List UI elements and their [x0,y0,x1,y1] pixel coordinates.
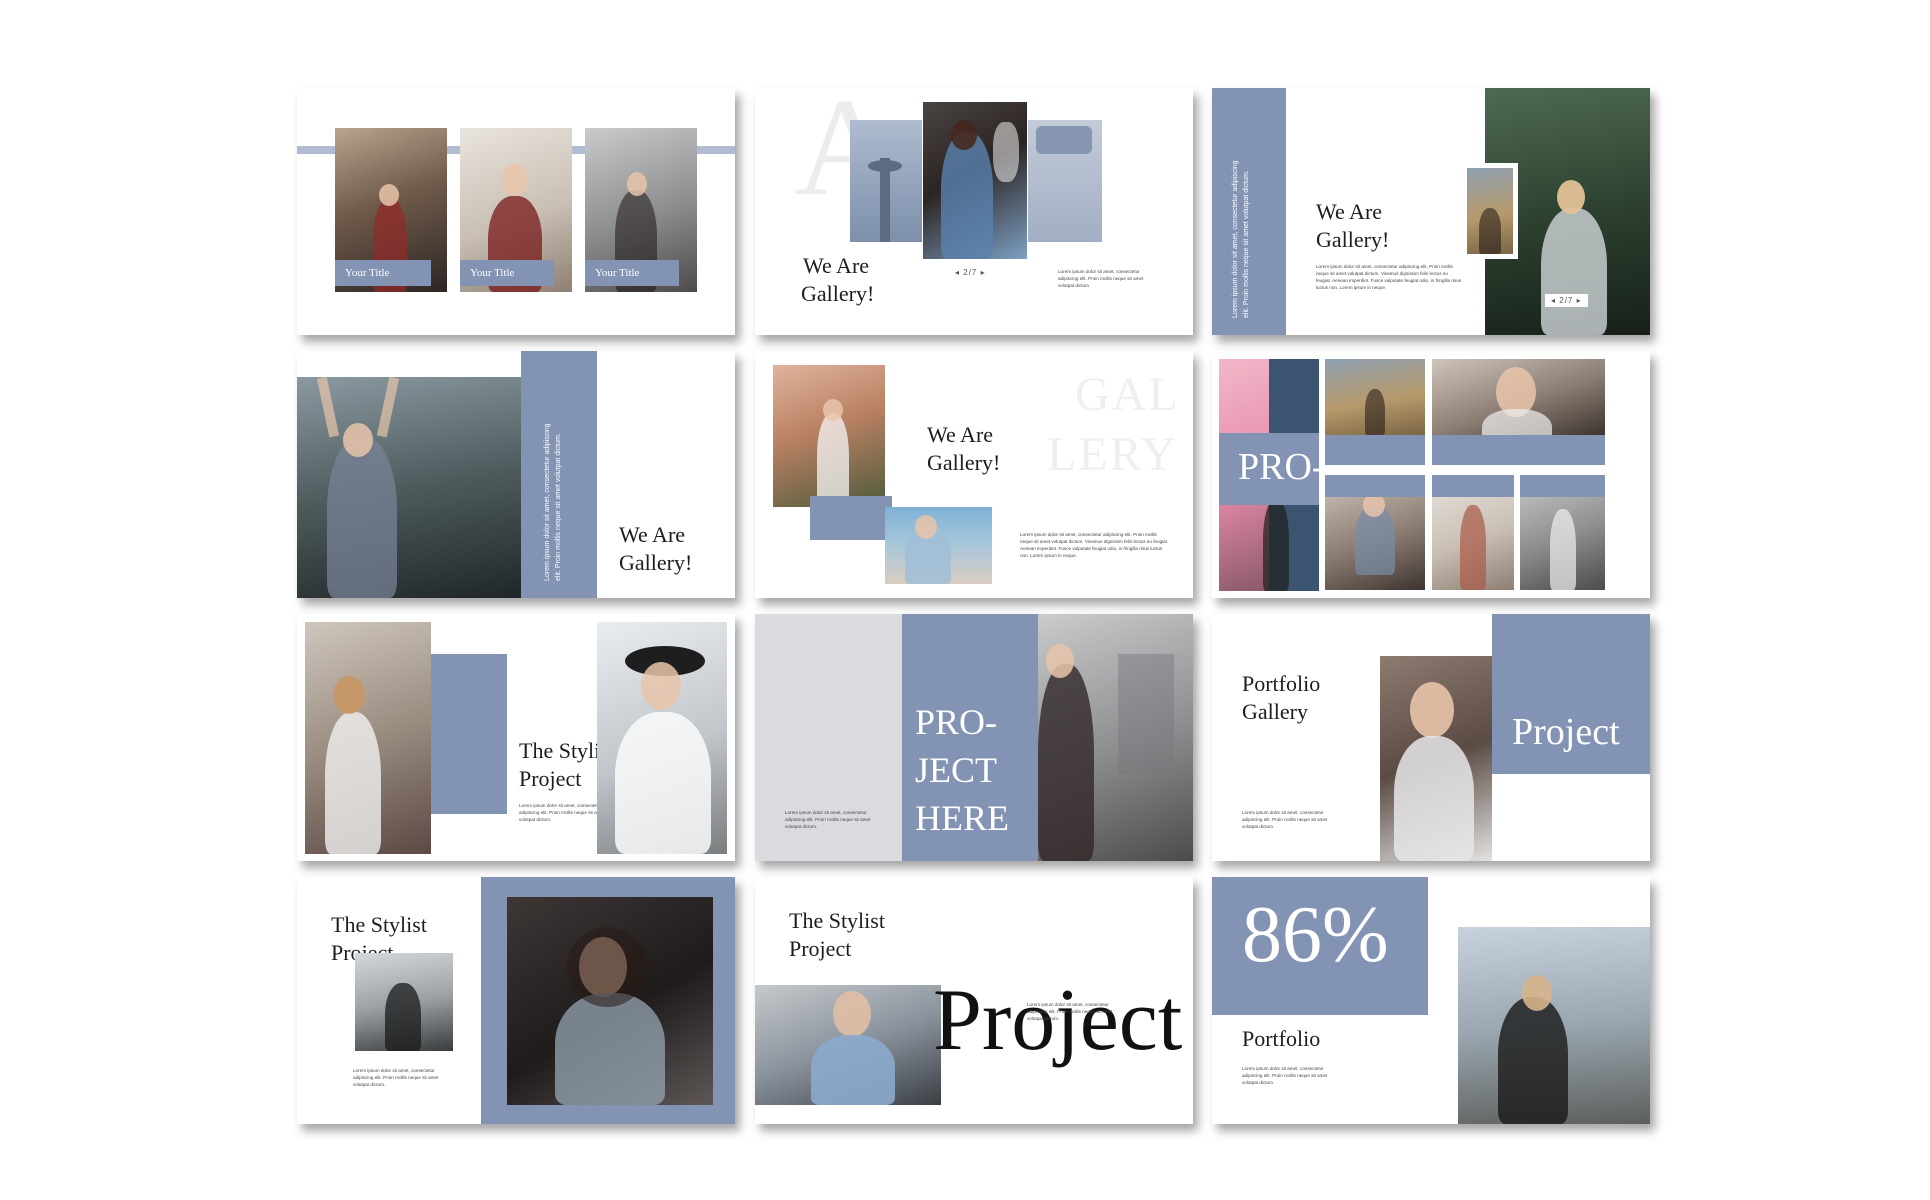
title-line-2: Project [789,936,852,961]
slide-4-we-are-gallery[interactable]: Lorem ipsum dolor sit amet, consectetur … [297,351,735,598]
photo-woman-flowers [923,102,1027,259]
title-line-2: Project [519,766,582,791]
photo-woman-street-plaid [1038,614,1193,861]
percent-value: 86% [1242,891,1389,979]
slide-5-we-are-gallery[interactable]: GAL LERY We Are Gallery! Lorem ipsum dol… [755,351,1193,598]
slide-10-stylist-project[interactable]: The Stylist Project Lorem ipsum dolor si… [297,877,735,1124]
vertical-text: Lorem ipsum dolor sit amet, consectetur … [544,423,562,581]
slide-12-portfolio-86[interactable]: 86% Portfolio Lorem ipsum dolor sit amet… [1212,877,1650,1124]
body-text: Lorem ipsum dolor sit amet, consectetur … [785,810,871,829]
photo-woman-railing-small [355,953,453,1051]
project-label: Project [1512,711,1620,753]
big-line-2: JECT [915,750,998,790]
title-line-1: The Stylist [331,912,427,937]
caption-1: Your Title [335,260,431,286]
title-line-1: Portfolio [1242,671,1321,696]
accent-block [431,654,507,814]
band-2 [1432,435,1605,465]
body-text: Lorem ipsum dolor sit amet, consectetur … [1242,1066,1328,1085]
photo-woman-bike [305,622,431,854]
photo-woman-camera [885,507,992,584]
photo-woman-blue-sweater [755,985,941,1105]
body-text: Lorem ipsum dolor sit amet, consectetur … [353,1068,439,1087]
big-line-3: HERE [915,798,1009,838]
photo-woman-cup [1380,656,1492,861]
body-text: Lorem ipsum dolor sit amet, consectetur … [1058,269,1144,288]
title-line-2: Gallery! [927,450,1001,475]
photo-woman-field [1325,359,1425,435]
title-line-1: We Are [803,253,870,278]
photo-typewriter [1028,120,1102,242]
title-line-2: Gallery [1242,699,1308,724]
portfolio-title: Portfolio [1242,1026,1321,1051]
photo-woman-bench [1458,927,1650,1124]
pager[interactable]: ◂ 2/7 ▸ [955,268,986,277]
title-line-2: Gallery! [1316,227,1390,252]
title-line-1: We Are [927,422,994,447]
caption-2: Your Title [460,260,554,286]
pro-label: PRO- [1238,446,1325,488]
band-5 [1520,475,1605,497]
slide-8-project-here[interactable]: Lorem ipsum dolor sit amet, consectetur … [755,614,1193,861]
title-line-2: Gallery! [619,550,693,575]
title-line-1: We Are [1316,199,1383,224]
slide-7-stylist-project[interactable]: The Stylist Project Lorem ipsum dolor si… [297,614,735,861]
photo-woman-glasses [1432,359,1605,435]
slide-3-we-are-gallery[interactable]: Lorem ipsum dolor sit amet, consectetur … [1212,88,1650,335]
slide-11-stylist-project[interactable]: The Stylist Project Project Lorem ipsum … [755,877,1193,1124]
title-line-2: Gallery! [801,281,875,306]
band-1 [1325,435,1425,465]
photo-woman-field-small [1467,168,1513,254]
body-text: Lorem ipsum dolor sit amet, consectetur … [1316,264,1462,290]
band-4 [1432,475,1514,497]
title-line-1: We Are [619,522,686,547]
slide-6-pro-collage[interactable]: PRO- [1212,351,1650,598]
big-line-1: PRO- [915,702,998,742]
watermark-gal: GAL [1075,368,1180,421]
vertical-text: Lorem ipsum dolor sit amet, consectetur … [1232,160,1250,318]
photo-woman-hat [597,622,727,854]
pager[interactable]: ◂ 2/7 ▸ [1545,294,1588,307]
body-text: Lorem ipsum dolor sit amet, consectetur … [1242,810,1328,829]
band-3 [1325,475,1425,497]
title-line-1: The Stylist [789,908,885,933]
photo-woman-plants [773,365,885,507]
body-text: Lorem ipsum dolor sit amet, consectetur … [1027,1002,1113,1021]
watermark-lery: LERY [1047,428,1178,481]
photo-woman-stretching [297,377,525,598]
slide-9-portfolio-gallery[interactable]: Portfolio Gallery Lorem ipsum dolor sit … [1212,614,1650,861]
body-text: Lorem ipsum dolor sit amet, consectetur … [519,803,605,822]
slide-1-your-title[interactable]: Your Title Your Title Your Title [297,88,735,335]
caption-3: Your Title [585,260,679,286]
photo-tower [850,120,922,242]
slide-2-we-are-gallery[interactable]: A We Are Gallery! ◂ 2/7 ▸ Lorem ipsum do… [755,88,1193,335]
accent-block [810,496,892,540]
body-text: Lorem ipsum dolor sit amet, consectetur … [1020,532,1169,558]
photo-woman-sweater [507,897,713,1105]
